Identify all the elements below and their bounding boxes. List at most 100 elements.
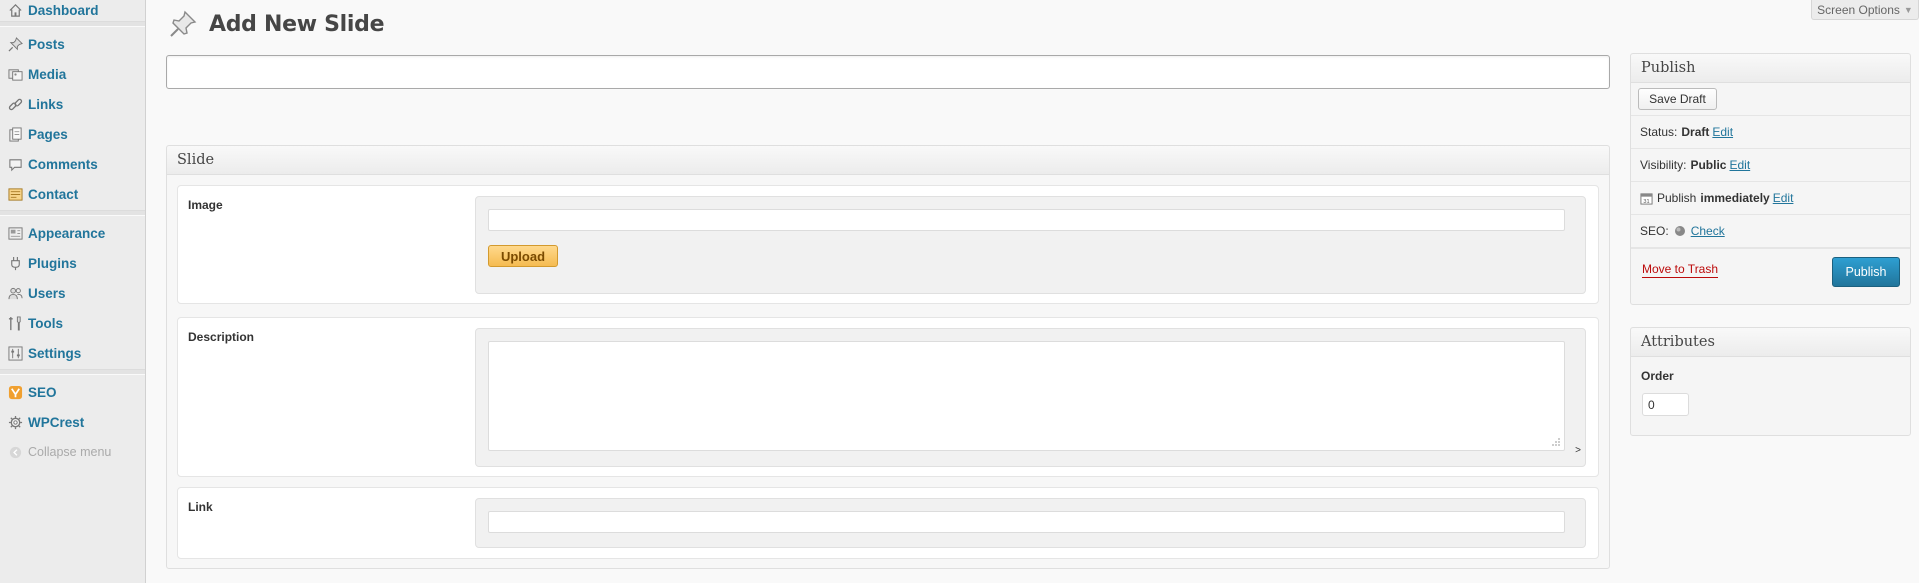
sidebar-item-label: Links [28,96,64,112]
sidebar-separator [0,369,145,375]
sidebar-item-label: Settings [28,345,82,361]
image-label: Image [188,198,223,212]
resize-grip-icon[interactable] [1551,437,1561,447]
sidebar-item-comments[interactable]: Comments [0,149,145,179]
link-field-row: Link [177,487,1599,559]
order-label: Order [1641,369,1674,383]
link-input[interactable] [488,511,1565,533]
sidebar-item-plugins[interactable]: Plugins [0,248,145,278]
move-to-trash-link[interactable]: Move to Trash [1642,262,1719,278]
appearance-icon [7,225,23,241]
publish-button[interactable]: Publish [1832,257,1900,287]
seo-icon [7,384,23,400]
media-icon [7,66,23,82]
visibility-value: Public [1690,158,1727,172]
status-value: Draft [1681,125,1710,139]
sidebar-item-label: Pages [28,126,68,142]
title-input[interactable] [166,55,1610,89]
sidebar-item-label: Plugins [28,255,77,271]
seo-label: SEO: [1640,224,1669,238]
sidebar-item-contact[interactable]: Contact [0,179,145,209]
upload-button[interactable]: Upload [488,245,558,267]
admin-sidebar: Dashboard Posts Media Links Pages Comments Con… [0,0,146,583]
screen-options-button[interactable]: Screen Options ▼ [1811,0,1919,20]
description-textarea[interactable] [488,341,1565,451]
status-label: Status: [1640,125,1678,139]
sidebar-separator [0,210,145,216]
link-icon [7,96,23,112]
attributes-metabox: Attributes Order 0 [1630,327,1911,436]
sidebar-item-label: Comments [28,156,98,172]
description-label: Description [188,330,255,344]
sidebar-item-tools[interactable]: Tools [0,308,145,338]
sidebar-item-label: Users [28,285,66,301]
slide-metabox-title[interactable]: Slide [167,146,1609,175]
sidebar-item-appearance[interactable]: Appearance [0,218,145,248]
sidebar-item-posts[interactable]: Posts [0,29,145,59]
contact-icon [7,186,23,202]
edit-publish-date-link[interactable]: Edit [1773,191,1794,205]
sidebar-item-label: SEO [28,384,57,400]
calendar-icon: 31 [1640,192,1653,205]
comment-icon [7,156,23,172]
publish-label: Publish [1657,191,1697,205]
attributes-metabox-title[interactable]: Attributes [1631,328,1910,357]
page-title: Add New Slide [209,11,385,37]
pushpin-icon [167,8,199,40]
sidebar-item-seo[interactable]: SEO [0,377,145,407]
sidebar-item-settings[interactable]: Settings [0,338,145,368]
order-input[interactable]: 0 [1642,393,1689,416]
save-draft-row: Save Draft [1631,83,1910,116]
link-field-container [475,498,1586,548]
visibility-row: Visibility: Public Edit [1631,149,1910,182]
pushpin-icon [7,36,23,52]
publish-metabox-title[interactable]: Publish [1631,54,1910,83]
description-field-container: > [475,328,1586,467]
screen-options-label: Screen Options [1817,2,1900,17]
page-header: Add New Slide [167,8,385,40]
seo-status-icon [1674,225,1686,237]
collapse-menu-button[interactable]: Collapse menu [0,437,145,467]
svg-text:31: 31 [1643,199,1649,205]
description-field-row: Description > [177,317,1599,477]
tools-icon [7,315,23,331]
slide-metabox: Slide Image Upload Description > Link [166,145,1610,569]
sidebar-item-label: Media [28,66,67,82]
gear-icon [7,414,23,430]
collapse-icon [7,444,23,460]
sidebar-item-users[interactable]: Users [0,278,145,308]
users-icon [7,285,23,301]
publish-actions: Move to Trash Publish [1631,248,1910,294]
image-url-input[interactable] [488,209,1565,231]
image-field-row: Image Upload [177,185,1599,304]
sidebar-item-links[interactable]: Links [0,89,145,119]
sidebar-item-wpcrest[interactable]: WPCrest [0,407,145,437]
publish-metabox: Publish Save Draft Status: Draft Edit Vi… [1630,53,1911,305]
description-suffix: > [1575,445,1581,456]
sidebar-separator [0,21,145,27]
visibility-label: Visibility: [1640,158,1687,172]
dashboard-icon [7,2,23,18]
chevron-down-icon: ▼ [1903,4,1913,15]
sidebar-item-label: Tools [28,315,63,331]
sidebar-item-pages[interactable]: Pages [0,119,145,149]
save-draft-button[interactable]: Save Draft [1638,88,1717,110]
seo-check-link[interactable]: Check [1691,224,1725,238]
collapse-menu-label: Collapse menu [28,445,112,459]
sidebar-item-label: Posts [28,36,65,52]
edit-visibility-link[interactable]: Edit [1729,158,1750,172]
publish-date-row: 31 Publish immediately Edit [1631,182,1910,215]
sidebar-item-label: Contact [28,186,79,202]
sidebar-item-media[interactable]: Media [0,59,145,89]
link-label: Link [188,500,213,514]
publish-value: immediately [1700,191,1770,205]
edit-status-link[interactable]: Edit [1712,125,1733,139]
sidebar-item-label: WPCrest [28,414,85,430]
pages-icon [7,126,23,142]
sidebar-item-dashboard[interactable]: Dashboard [0,0,145,20]
sidebar-item-label: Appearance [28,225,106,241]
plugin-icon [7,255,23,271]
image-field-container: Upload [475,196,1586,294]
status-row: Status: Draft Edit [1631,116,1910,149]
sidebar-item-label: Dashboard [28,2,99,18]
